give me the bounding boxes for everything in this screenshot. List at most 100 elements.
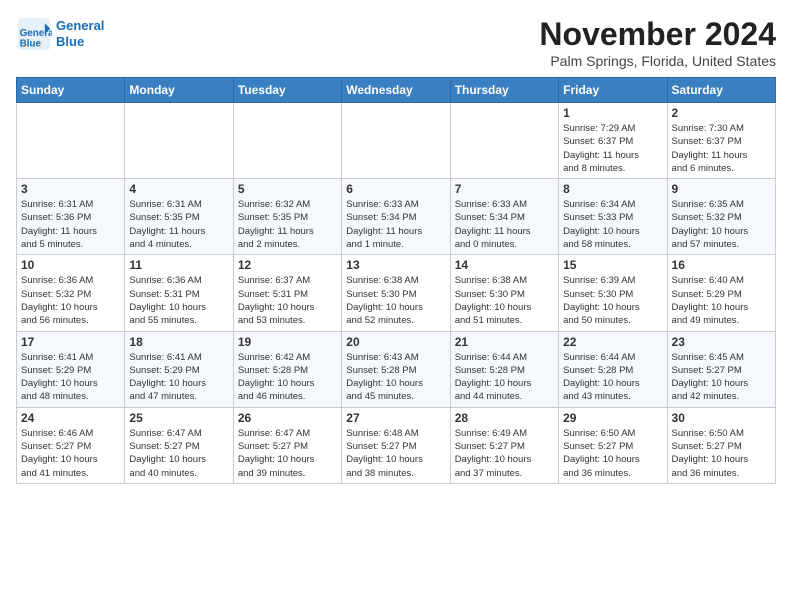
day-info: Sunrise: 6:47 AM Sunset: 5:27 PM Dayligh…	[238, 427, 337, 480]
day-number: 14	[455, 258, 554, 272]
calendar-cell: 27 Sunrise: 6:48 AM Sunset: 5:27 PM Dayli…	[342, 407, 450, 483]
calendar-cell: 11 Sunrise: 6:36 AM Sunset: 5:31 PM Dayli…	[125, 255, 233, 331]
day-info: Sunrise: 6:33 AM Sunset: 5:34 PM Dayligh…	[346, 198, 445, 251]
calendar-cell: 17Sunrise: 6:41 AM Sunset: 5:29 PM Dayli…	[17, 331, 125, 407]
day-info: Sunrise: 6:44 AM Sunset: 5:28 PM Dayligh…	[563, 351, 662, 404]
calendar-cell: 20 Sunrise: 6:43 AM Sunset: 5:28 PM Dayli…	[342, 331, 450, 407]
day-number: 15	[563, 258, 662, 272]
day-info: Sunrise: 6:43 AM Sunset: 5:28 PM Dayligh…	[346, 351, 445, 404]
day-number: 12	[238, 258, 337, 272]
calendar-cell: 18Sunrise: 6:41 AM Sunset: 5:29 PM Dayli…	[125, 331, 233, 407]
month-title: November 2024	[539, 16, 776, 53]
day-info: Sunrise: 6:31 AM Sunset: 5:36 PM Dayligh…	[21, 198, 120, 251]
calendar: SundayMondayTuesdayWednesdayThursdayFrid…	[16, 77, 776, 484]
calendar-week: 17 Sunrise: 6:41 AM Sunset: 5:29 PM Dayli…	[17, 331, 776, 407]
calendar-cell: 14 Sunrise: 6:38 AM Sunset: 5:30 PM Dayli…	[450, 255, 558, 331]
day-info: Sunrise: 6:48 AM Sunset: 5:27 PM Dayligh…	[346, 427, 445, 480]
day-number: 30	[672, 411, 771, 425]
day-info: Sunrise: 6:45 AM Sunset: 5:27 PM Dayligh…	[672, 351, 771, 404]
day-number: 10	[21, 258, 120, 272]
day-number: 25	[129, 411, 228, 425]
calendar-cell: 13Sunrise: 6:38 AM Sunset: 5:30 PM Dayli…	[342, 255, 450, 331]
calendar-cell: 2 Sunrise: 7:30 AM Sunset: 6:37 PM Daylig…	[667, 103, 775, 179]
day-number: 19	[238, 335, 337, 349]
calendar-week: 10 Sunrise: 6:36 AM Sunset: 5:32 PM Dayli…	[17, 255, 776, 331]
day-info: Sunrise: 6:42 AM Sunset: 5:28 PM Dayligh…	[238, 351, 337, 404]
calendar-cell: 16Sunrise: 6:40 AM Sunset: 5:29 PM Dayli…	[667, 255, 775, 331]
day-number: 22	[563, 335, 662, 349]
logo-line1: General	[56, 18, 104, 34]
day-number: 29	[563, 411, 662, 425]
calendar-week: 1Sunrise: 7:29 AM Sunset: 6:37 PM Daylig…	[17, 103, 776, 179]
calendar-cell	[342, 103, 450, 179]
weekday-header: Monday	[125, 78, 233, 103]
calendar-cell	[233, 103, 341, 179]
calendar-cell: 21Sunrise: 6:44 AM Sunset: 5:28 PM Dayli…	[450, 331, 558, 407]
day-number: 11	[129, 258, 228, 272]
calendar-cell: 23 Sunrise: 6:45 AM Sunset: 5:27 PM Dayli…	[667, 331, 775, 407]
weekday-header: Tuesday	[233, 78, 341, 103]
weekday-header: Sunday	[17, 78, 125, 103]
calendar-cell: 8Sunrise: 6:34 AM Sunset: 5:33 PM Daylig…	[559, 179, 667, 255]
day-info: Sunrise: 6:39 AM Sunset: 5:30 PM Dayligh…	[563, 274, 662, 327]
calendar-cell: 4 Sunrise: 6:31 AM Sunset: 5:35 PM Daylig…	[125, 179, 233, 255]
day-number: 9	[672, 182, 771, 196]
calendar-cell: 12 Sunrise: 6:37 AM Sunset: 5:31 PM Dayli…	[233, 255, 341, 331]
day-number: 23	[672, 335, 771, 349]
calendar-cell: 26Sunrise: 6:47 AM Sunset: 5:27 PM Dayli…	[233, 407, 341, 483]
weekday-header: Wednesday	[342, 78, 450, 103]
logo-line2: Blue	[56, 34, 104, 50]
calendar-cell: 22 Sunrise: 6:44 AM Sunset: 5:28 PM Dayli…	[559, 331, 667, 407]
calendar-week: 3 Sunrise: 6:31 AM Sunset: 5:36 PM Daylig…	[17, 179, 776, 255]
calendar-cell: 24Sunrise: 6:46 AM Sunset: 5:27 PM Dayli…	[17, 407, 125, 483]
day-info: Sunrise: 6:35 AM Sunset: 5:32 PM Dayligh…	[672, 198, 771, 251]
day-number: 28	[455, 411, 554, 425]
weekday-header: Saturday	[667, 78, 775, 103]
day-number: 17	[21, 335, 120, 349]
day-info: Sunrise: 6:32 AM Sunset: 5:35 PM Dayligh…	[238, 198, 337, 251]
day-number: 3	[21, 182, 120, 196]
calendar-cell: 1Sunrise: 7:29 AM Sunset: 6:37 PM Daylig…	[559, 103, 667, 179]
day-info: Sunrise: 6:50 AM Sunset: 5:27 PM Dayligh…	[563, 427, 662, 480]
calendar-cell	[17, 103, 125, 179]
page-header: General Blue General Blue November 2024 …	[16, 16, 776, 69]
day-info: Sunrise: 6:36 AM Sunset: 5:31 PM Dayligh…	[129, 274, 228, 327]
day-number: 8	[563, 182, 662, 196]
day-info: Sunrise: 6:50 AM Sunset: 5:27 PM Dayligh…	[672, 427, 771, 480]
day-number: 27	[346, 411, 445, 425]
day-info: Sunrise: 6:41 AM Sunset: 5:29 PM Dayligh…	[129, 351, 228, 404]
svg-text:Blue: Blue	[20, 39, 42, 50]
calendar-cell: 30 Sunrise: 6:50 AM Sunset: 5:27 PM Dayli…	[667, 407, 775, 483]
calendar-cell: 19 Sunrise: 6:42 AM Sunset: 5:28 PM Dayli…	[233, 331, 341, 407]
location: Palm Springs, Florida, United States	[539, 53, 776, 69]
calendar-cell	[125, 103, 233, 179]
day-info: Sunrise: 6:40 AM Sunset: 5:29 PM Dayligh…	[672, 274, 771, 327]
day-info: Sunrise: 7:30 AM Sunset: 6:37 PM Dayligh…	[672, 122, 771, 175]
calendar-cell: 15 Sunrise: 6:39 AM Sunset: 5:30 PM Dayli…	[559, 255, 667, 331]
title-area: November 2024 Palm Springs, Florida, Uni…	[539, 16, 776, 69]
logo-icon: General Blue	[16, 16, 52, 52]
weekday-header: Thursday	[450, 78, 558, 103]
logo: General Blue General Blue	[16, 16, 104, 52]
calendar-cell: 25 Sunrise: 6:47 AM Sunset: 5:27 PM Dayli…	[125, 407, 233, 483]
day-number: 21	[455, 335, 554, 349]
calendar-cell: 10 Sunrise: 6:36 AM Sunset: 5:32 PM Dayli…	[17, 255, 125, 331]
calendar-cell: 5 Sunrise: 6:32 AM Sunset: 5:35 PM Daylig…	[233, 179, 341, 255]
day-info: Sunrise: 6:38 AM Sunset: 5:30 PM Dayligh…	[455, 274, 554, 327]
day-info: Sunrise: 6:31 AM Sunset: 5:35 PM Dayligh…	[129, 198, 228, 251]
day-info: Sunrise: 6:37 AM Sunset: 5:31 PM Dayligh…	[238, 274, 337, 327]
calendar-week: 24Sunrise: 6:46 AM Sunset: 5:27 PM Dayli…	[17, 407, 776, 483]
day-info: Sunrise: 6:46 AM Sunset: 5:27 PM Dayligh…	[21, 427, 120, 480]
day-info: Sunrise: 6:36 AM Sunset: 5:32 PM Dayligh…	[21, 274, 120, 327]
day-info: Sunrise: 7:29 AM Sunset: 6:37 PM Dayligh…	[563, 122, 662, 175]
day-info: Sunrise: 6:38 AM Sunset: 5:30 PM Dayligh…	[346, 274, 445, 327]
day-info: Sunrise: 6:47 AM Sunset: 5:27 PM Dayligh…	[129, 427, 228, 480]
day-number: 4	[129, 182, 228, 196]
calendar-cell	[450, 103, 558, 179]
day-info: Sunrise: 6:33 AM Sunset: 5:34 PM Dayligh…	[455, 198, 554, 251]
day-number: 5	[238, 182, 337, 196]
day-number: 20	[346, 335, 445, 349]
day-number: 2	[672, 106, 771, 120]
calendar-cell: 9 Sunrise: 6:35 AM Sunset: 5:32 PM Daylig…	[667, 179, 775, 255]
weekday-header: Friday	[559, 78, 667, 103]
